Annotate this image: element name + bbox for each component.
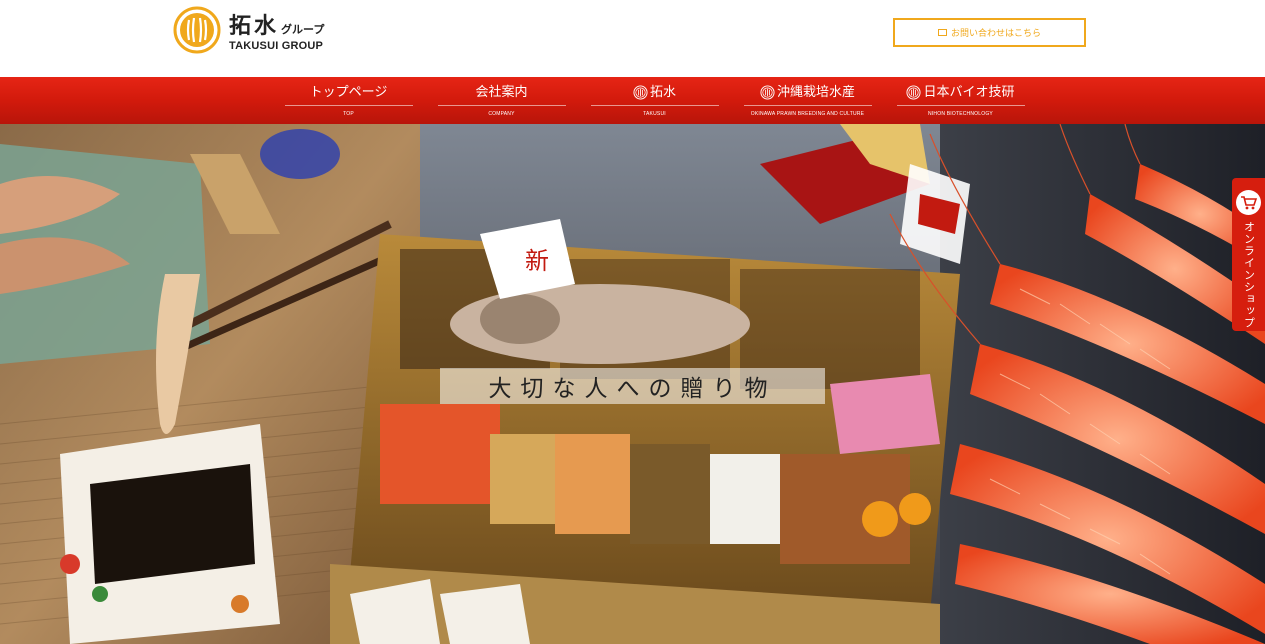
takusui-logo-icon (173, 6, 221, 54)
nav-item-sub: COMPANY (488, 111, 515, 117)
logo-en: TAKUSUI GROUP (229, 40, 324, 52)
page: 拓水 グループ TAKUSUI GROUP お問い合わせはこちら トップページ … (0, 0, 1265, 644)
takusui-logo-icon (633, 85, 648, 100)
nav-item-sub: TAKUSUI (643, 111, 666, 117)
hero-caption: 大切な人への贈り物 (440, 368, 825, 404)
logo-jp-big: 拓水 (229, 14, 280, 39)
nav-item-takusui[interactable]: 拓水 TAKUSUI (578, 77, 731, 124)
nav-divider (437, 105, 566, 106)
nav-item-label: トップページ (309, 85, 388, 100)
contact-button-label: お問い合わせはこちら (950, 29, 1041, 39)
nav-item-label: 会社案内 (475, 85, 528, 100)
nav-item-label: 日本バイオ技研 (923, 85, 1015, 100)
nav-item-company[interactable]: 会社案内 COMPANY (425, 77, 578, 124)
contact-button[interactable]: お問い合わせはこちら (893, 18, 1086, 47)
svg-text:新: 新 (525, 247, 549, 275)
logo-text: 拓水 グループ TAKUSUI GROUP (229, 8, 324, 52)
nav-item-sub: TOP (343, 111, 354, 117)
nav-item-top[interactable]: トップページ TOP (272, 77, 425, 124)
online-shop-tab[interactable]: オンラインショップ (1232, 178, 1265, 331)
nav-item-label: 沖縄栽培水産 (776, 85, 855, 100)
site-header: 拓水 グループ TAKUSUI GROUP お問い合わせはこちら (0, 0, 1265, 77)
site-logo[interactable]: 拓水 グループ TAKUSUI GROUP (173, 5, 353, 55)
online-shop-label: オンラインショップ (1242, 221, 1256, 329)
nav-item-okinawa[interactable]: 沖縄栽培水産 OKINAWA PRAWN BREEDING AND CULTUR… (731, 77, 884, 124)
nav-divider (284, 105, 413, 106)
cart-icon (1241, 196, 1257, 210)
nav-item-sub: OKINAWA PRAWN BREEDING AND CULTURE (750, 111, 865, 117)
nav-item-nihon-bio[interactable]: 日本バイオ技研 NIHON BIOTECHNOLOGY (884, 77, 1037, 124)
takusui-logo-icon (906, 85, 922, 100)
cart-icon-wrapper (1236, 190, 1261, 215)
nav-item-sub: NIHON BIOTECHNOLOGY (928, 111, 993, 117)
logo-jp-small: グループ (281, 23, 325, 36)
takusui-logo-icon (760, 85, 775, 100)
global-nav: トップページ TOP 会社案内 COMPANY 拓水 TAKUSUI 沖縄栽培水… (0, 77, 1265, 124)
hero-banner: 新 大切な人への贈り物 (0, 124, 1265, 644)
nav-divider (590, 105, 719, 106)
nav-divider (743, 105, 872, 106)
nav-divider (896, 105, 1025, 106)
nav-item-label: 拓水 (649, 85, 676, 100)
mail-icon (937, 29, 947, 36)
